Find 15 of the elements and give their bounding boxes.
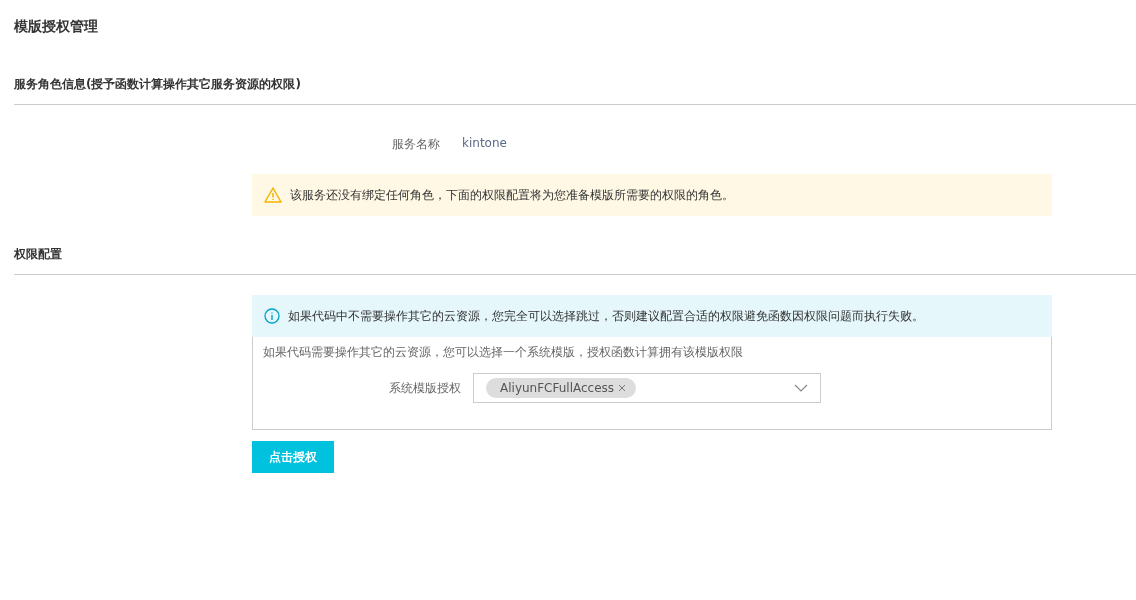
warning-icon — [264, 187, 282, 203]
template-select[interactable]: AliyunFCFullAccess — [473, 373, 821, 403]
field-value: kintone — [462, 136, 507, 152]
panel-description: 如果代码需要操作其它的云资源，您可以选择一个系统模版，授权函数计算拥有该模版权限 — [263, 345, 744, 360]
section-heading: 权限配置 — [14, 246, 1136, 275]
selected-tag: AliyunFCFullAccess — [486, 378, 637, 398]
field-label: 服务名称 — [392, 136, 440, 153]
alert-text: 如果代码中不需要操作其它的云资源，您完全可以选择跳过，否则建议配置合适的权限避免函数因权限问题而执行失败。 — [288, 308, 924, 324]
info-icon — [264, 308, 280, 324]
section-heading: 服务角色信息(授予函数计算操作其它服务资源的权限) — [14, 76, 1136, 105]
close-icon[interactable] — [618, 384, 627, 392]
chevron-down-icon — [794, 384, 808, 392]
select-label: 系统模版授权 — [389, 380, 461, 396]
alert-text: 该服务还没有绑定任何角色，下面的权限配置将为您准备模版所需要的权限的角色。 — [290, 187, 734, 203]
page-title: 模版授权管理 — [14, 18, 99, 36]
